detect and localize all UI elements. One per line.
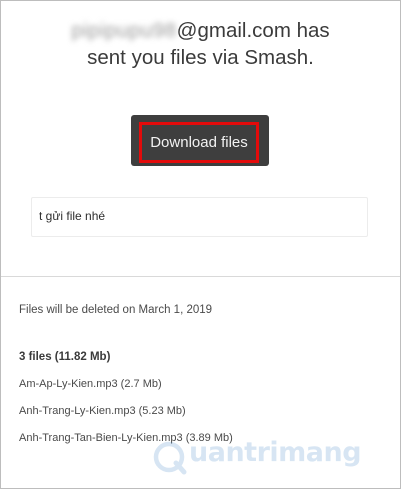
files-summary: 3 files (11.82 Mb) xyxy=(19,351,111,363)
smash-download-page: pipipupu98@gmail.com has sent you files … xyxy=(0,0,401,489)
title-line-2: sent you files via Smash. xyxy=(87,46,314,69)
sender-message-box: t gửi file nhé xyxy=(31,197,368,237)
file-item: Am-Ap-Ly-Kien.mp3 (2.7 Mb) xyxy=(19,378,162,390)
title-line-1: pipipupu98@gmail.com has xyxy=(1,17,400,44)
file-item: Anh-Trang-Ly-Kien.mp3 (5.23 Mb) xyxy=(19,405,186,417)
watermark-logo-icon xyxy=(153,441,187,475)
watermark: uantrimang xyxy=(151,435,375,479)
watermark-text: uantrimang xyxy=(189,437,362,468)
deletion-notice: Files will be deleted on March 1, 2019 xyxy=(19,304,213,316)
sender-message-text: t gửi file nhé xyxy=(39,209,106,223)
sender-email-blurred: pipipupu98 xyxy=(71,19,177,42)
page-title: pipipupu98@gmail.com has sent you files … xyxy=(1,17,400,71)
section-divider xyxy=(1,276,400,277)
sender-email-domain: @gmail.com has xyxy=(176,19,330,42)
download-button-container: Download files xyxy=(131,115,269,166)
download-files-button[interactable]: Download files xyxy=(139,122,259,163)
